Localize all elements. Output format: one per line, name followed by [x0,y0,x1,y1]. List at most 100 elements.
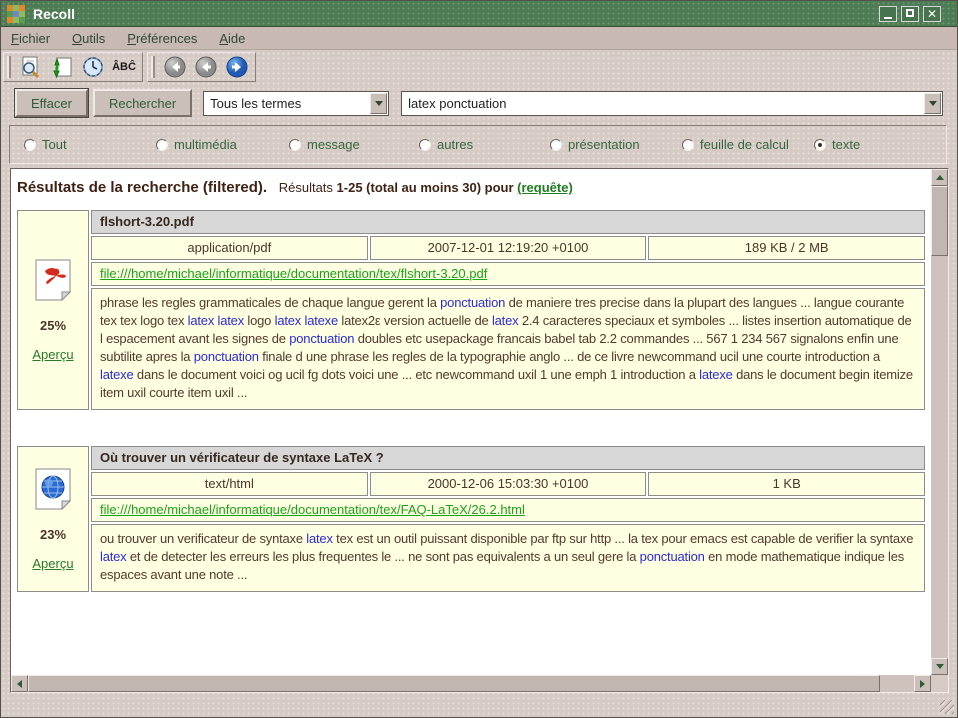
menu-preferences[interactable]: Préférences [127,31,197,46]
chevron-down-icon[interactable] [370,93,387,114]
abstract-text: ou trouver un verificateur de syntaxe [100,531,306,546]
highlighted-term: ponctuation [194,349,259,364]
advanced-search-button[interactable] [17,54,45,80]
result-size: 1 KB [648,472,925,496]
next-page-button[interactable] [223,54,251,80]
abstract-text: et de detecter les erreurs les plus freq… [126,549,639,564]
result-url-row: file:///home/michael/informatique/docume… [91,262,925,286]
term-explorer-icon: ÂBĈ [112,61,136,73]
radio-icon[interactable] [550,139,562,151]
toolbar-group-tools: ÂBĈ [3,52,143,82]
results-list: 25% Aperçu flshort-3.20.pdf application/… [16,210,927,592]
toolbar-group-nav [147,52,256,82]
menu-outils[interactable]: Outils [72,31,105,46]
arrow-left-icon [17,680,22,688]
highlighted-term: ponctuation [640,549,705,564]
result-meta-row: text/html 2000-12-06 15:03:30 +0100 1 KB [91,472,925,496]
menu-aide[interactable]: Aide [219,31,245,46]
query-link[interactable]: (requête) [517,180,573,195]
radio-icon[interactable] [419,139,431,151]
filter-label: texte [832,137,860,152]
radio-icon[interactable] [682,139,694,151]
vertical-scrollbar-thumb[interactable] [931,186,948,256]
filter-radio-multimedia[interactable]: multimédia [156,137,237,152]
toolbar: ÂBĈ [1,50,957,83]
highlighted-term: latex [306,531,332,546]
category-filter-bar: Tout multimédia message autres présentation f… [9,125,947,164]
result-date: 2007-12-01 12:19:20 +0100 [370,236,647,260]
scroll-up-button[interactable] [931,169,948,186]
result-url-link[interactable]: file:///home/michael/informatique/docume… [100,266,487,281]
radio-icon[interactable] [156,139,168,151]
statusbar [1,694,957,717]
first-page-button[interactable] [161,54,189,80]
filter-label: présentation [568,137,640,152]
first-page-icon [163,55,187,79]
highlighted-term: latex [492,313,518,328]
chevron-down-icon[interactable] [924,93,941,114]
previous-page-icon [194,55,218,79]
filter-radio-autres[interactable]: autres [419,137,473,152]
filter-radio-message[interactable]: message [289,137,360,152]
menu-fichier[interactable]: Fichier [11,31,50,46]
scroll-left-button[interactable] [11,675,28,692]
clear-button[interactable]: Effacer [15,89,88,117]
menubar: Fichier Outils Préférences Aide [1,27,957,50]
vertical-scrollbar[interactable] [931,169,948,675]
term-explorer-button[interactable]: ÂBĈ [110,54,138,80]
horizontal-scrollbar[interactable] [11,675,931,692]
sort-parameters-button[interactable] [48,54,76,80]
filter-radio-feuille-de-calcul[interactable]: feuille de calcul [682,137,789,152]
preview-link[interactable]: Aperçu [32,347,73,362]
highlighted-term: latex [188,313,214,328]
highlighted-term: latex [218,313,244,328]
toolbar-handle[interactable] [7,56,11,78]
result-side-panel: 25% Aperçu [17,210,89,410]
recoll-window: Recoll ✕ Fichier Outils Préférences Aide [0,0,958,718]
app-icon [7,5,25,23]
result-title: Où trouver un vérificateur de syntaxe La… [91,446,925,470]
filter-label: message [307,137,360,152]
close-button[interactable]: ✕ [923,6,941,22]
arrow-down-icon [936,664,944,669]
result-entry: 23% Aperçu Où trouver un vérificateur de… [17,446,925,592]
query-combo [401,91,943,116]
filter-label: multimédia [174,137,237,152]
previous-page-button[interactable] [192,54,220,80]
filter-radio-presentation[interactable]: présentation [550,137,640,152]
scrollbar-corner [931,675,948,692]
window-title: Recoll [33,6,879,22]
highlighted-term: latexe [699,367,733,382]
filter-radio-tout[interactable]: Tout [24,137,67,152]
preview-link[interactable]: Aperçu [32,556,73,571]
history-button[interactable] [79,54,107,80]
result-details: Où trouver un vérificateur de syntaxe La… [91,446,925,592]
filter-radio-texte[interactable]: texte [814,137,860,152]
search-input[interactable] [402,96,924,111]
search-mode-select[interactable]: Tous les termes [203,91,389,116]
highlighted-term: latex [100,549,126,564]
maximize-icon [906,9,914,17]
minimize-button[interactable] [879,6,897,22]
search-mode-value: Tous les termes [204,96,370,111]
resize-grip[interactable] [940,700,954,714]
radio-icon[interactable] [289,139,301,151]
results-header: Résultats de la recherche (filtered). Ré… [17,179,927,196]
maximize-button[interactable] [901,6,919,22]
highlighted-term: ponctuation [289,331,354,346]
result-date: 2000-12-06 15:03:30 +0100 [370,472,647,496]
search-button[interactable]: Rechercher [93,89,192,117]
radio-selected-icon[interactable] [814,139,826,151]
scroll-down-button[interactable] [931,658,948,675]
results-viewport: Résultats de la recherche (filtered). Ré… [11,169,931,675]
result-url-row: file:///home/michael/informatique/docume… [91,498,925,522]
filter-label: Tout [42,137,67,152]
result-url-link[interactable]: file:///home/michael/informatique/docume… [100,502,525,517]
abstract-text: logo [244,313,275,328]
toolbar-handle[interactable] [151,56,155,78]
horizontal-scrollbar-thumb[interactable] [28,675,880,692]
radio-icon[interactable] [24,139,36,151]
scroll-right-button[interactable] [914,675,931,692]
filter-label: feuille de calcul [700,137,789,152]
abstract-text: phrase les regles grammaticales de chaqu… [100,295,440,310]
